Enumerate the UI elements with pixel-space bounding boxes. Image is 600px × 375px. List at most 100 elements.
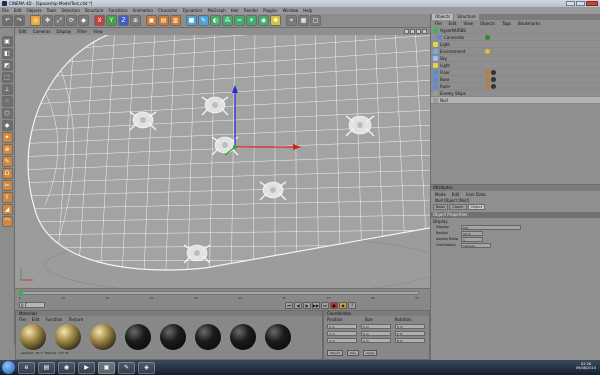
clock[interactable]: 02:28 09/08/2010 <box>576 362 596 370</box>
material-menu-texture[interactable]: Texture <box>68 317 83 322</box>
rotation-p-field[interactable]: P 0° <box>395 331 425 336</box>
menu-window[interactable]: Window <box>282 8 298 13</box>
display-dropdown[interactable]: Dot <box>461 224 521 230</box>
timeline[interactable]: 0 10 20 30 40 50 60 70 80 90 <box>15 288 430 300</box>
pan-icon[interactable] <box>404 29 409 34</box>
z-axis-icon[interactable]: Z <box>118 15 129 26</box>
minimize-button[interactable] <box>566 1 575 6</box>
snap-icon[interactable]: ⌖ <box>286 15 297 26</box>
goto-start-icon[interactable]: ⏮ <box>285 301 293 309</box>
size-y-field[interactable]: 0 m <box>361 331 391 336</box>
menu-dynamics[interactable]: Dynamics <box>183 8 203 13</box>
render-settings-icon[interactable]: ▥ <box>170 15 181 26</box>
maximize-button[interactable] <box>576 1 585 6</box>
rotate-icon[interactable]: ⟳ <box>66 15 77 26</box>
ie-taskbar-icon[interactable]: e <box>18 361 35 374</box>
viewport-menu-cameras[interactable]: Cameras <box>33 29 51 34</box>
object-row-connector[interactable]: Connector <box>431 34 600 41</box>
am-menu-mode[interactable]: Mode <box>435 192 446 197</box>
array-icon[interactable]: ⁂ <box>222 15 233 26</box>
cinema4d-taskbar-icon[interactable]: ▣ <box>98 361 115 374</box>
tab-objects[interactable]: Objects <box>432 14 454 20</box>
move-icon[interactable]: ✥ <box>42 15 53 26</box>
material-swatch[interactable] <box>20 324 46 350</box>
prev-key-icon[interactable]: ◀ <box>294 301 302 309</box>
recent-tool-icon[interactable]: ◆ <box>78 15 89 26</box>
menu-file[interactable]: File <box>2 8 9 13</box>
object-row-ruler[interactable]: Ruler <box>431 83 600 90</box>
object-row-hypernurbs[interactable]: HyperNURBS ✓ <box>431 27 600 34</box>
axis-mode-icon[interactable]: ⊥ <box>1 84 13 95</box>
am-menu-user-data[interactable]: User Data <box>466 192 486 197</box>
material-swatch[interactable] <box>265 324 291 350</box>
menu-functions[interactable]: Functions <box>108 8 127 13</box>
brush-icon[interactable]: ✎ <box>1 156 13 167</box>
object-row-light[interactable]: Light <box>431 41 600 48</box>
menu-tools[interactable]: Tools <box>47 8 57 13</box>
render-picture-viewer-icon[interactable]: ▤ <box>158 15 169 26</box>
texture-mode-icon[interactable]: ⬚ <box>1 72 13 83</box>
position-y-field[interactable]: 0 m <box>327 331 357 336</box>
material-swatch[interactable] <box>125 324 151 350</box>
folder-taskbar-icon[interactable]: ▤ <box>38 361 55 374</box>
redo-icon[interactable]: ↷ <box>14 15 25 26</box>
size-z-field[interactable]: 0 m <box>361 338 391 343</box>
coordinate-mode-dropdown[interactable]: Object <box>327 350 343 356</box>
make-editable-icon[interactable]: ▣ <box>1 36 13 47</box>
position-x-field[interactable]: 0 m <box>327 324 357 329</box>
material-tag-icon[interactable] <box>491 69 496 75</box>
object-mode-icon[interactable]: ◩ <box>1 60 13 71</box>
pen-icon[interactable]: ✎ <box>198 15 209 26</box>
scene-icon[interactable]: ☀ <box>246 15 257 26</box>
media-taskbar-icon[interactable]: ▶ <box>78 361 95 374</box>
orientation-dropdown[interactable]: Camera <box>461 242 491 248</box>
paint-taskbar-icon[interactable]: ✎ <box>118 361 135 374</box>
snapping-icon[interactable]: ⊕ <box>1 144 13 155</box>
size-mode-dropdown[interactable]: Size <box>346 350 359 356</box>
rotation-h-field[interactable]: H 0° <box>395 324 425 329</box>
close-button[interactable] <box>586 1 598 6</box>
rotation-b-field[interactable]: B 0° <box>395 338 425 343</box>
timeline-track[interactable] <box>19 291 419 295</box>
chrome-taskbar-icon[interactable]: ◉ <box>58 361 75 374</box>
material-swatch[interactable] <box>195 324 221 350</box>
menu-hair[interactable]: Hair <box>231 8 239 13</box>
record-icon[interactable]: ● <box>330 301 338 309</box>
y-axis-icon[interactable]: Y <box>106 15 117 26</box>
goto-end-icon[interactable]: ⏭ <box>321 301 329 309</box>
object-row-enemy-ships[interactable]: Enemy Ships <box>431 90 600 97</box>
om-menu-bookmarks[interactable]: Bookmarks <box>518 21 540 26</box>
menu-render[interactable]: Render <box>244 8 258 13</box>
tab-structure[interactable]: Structure <box>454 14 479 20</box>
bridge-icon[interactable]: ⌒ <box>1 216 13 227</box>
menu-help[interactable]: Help <box>303 8 312 13</box>
model-mode-icon[interactable]: ◧ <box>1 48 13 59</box>
render-view-icon[interactable]: ▣ <box>146 15 157 26</box>
object-row-environment[interactable]: Environment <box>431 48 600 55</box>
object-row-base[interactable]: Base <box>431 76 600 83</box>
material-swatch[interactable] <box>160 324 186 350</box>
om-menu-tags[interactable]: Tags <box>502 21 511 26</box>
cube-icon[interactable]: ■ <box>186 15 197 26</box>
tag-icon[interactable] <box>485 48 490 54</box>
deformer-icon[interactable]: ≈ <box>234 15 245 26</box>
position-z-field[interactable]: 0 m <box>327 338 357 343</box>
live-select-icon[interactable]: ◎ <box>30 15 41 26</box>
menu-mograph[interactable]: MoGraph <box>207 8 225 13</box>
checkmark-icon[interactable]: ✓ <box>481 28 484 33</box>
knife-icon[interactable]: ✂ <box>1 180 13 191</box>
object-row-sky[interactable]: Sky <box>431 55 600 62</box>
viewport-menu-filter[interactable]: Filter <box>77 29 87 34</box>
next-key-icon[interactable]: ▶▶ <box>312 301 320 309</box>
viewport-menu-edit[interactable]: Edit <box>19 29 27 34</box>
coordinate-system-icon[interactable]: ⊕ <box>130 15 141 26</box>
material-swatch[interactable] <box>230 324 256 350</box>
network-taskbar-icon[interactable]: ◈ <box>138 361 155 374</box>
keyframe-selection-icon[interactable]: ? <box>348 301 356 309</box>
undo-icon[interactable]: ↶ <box>2 15 13 26</box>
magnet-icon[interactable]: Ω <box>1 168 13 179</box>
light-icon[interactable]: ✺ <box>270 15 281 26</box>
points-mode-icon[interactable]: ⁘ <box>1 96 13 107</box>
current-frame-field[interactable]: 0 F <box>19 302 45 308</box>
camera-icon[interactable]: ◉ <box>258 15 269 26</box>
